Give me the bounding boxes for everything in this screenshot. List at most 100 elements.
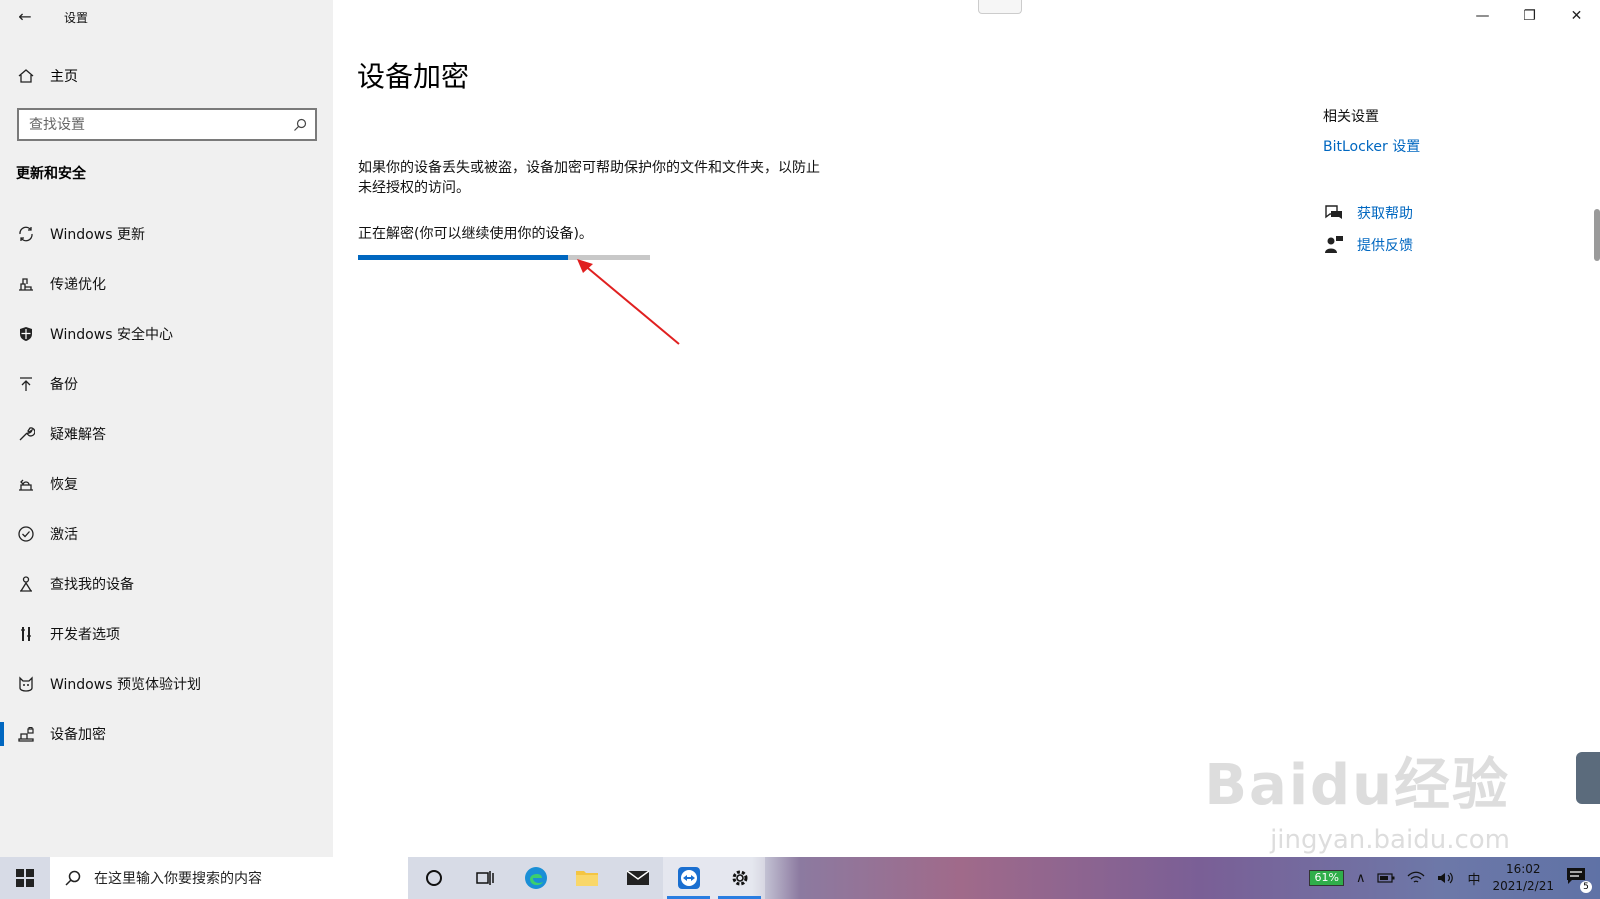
sidebar-item-troubleshoot[interactable]: 疑难解答 bbox=[0, 409, 333, 459]
developer-tools-icon bbox=[16, 624, 36, 644]
battery-indicator[interactable]: 61% bbox=[1309, 870, 1344, 886]
feedback-person-icon bbox=[1325, 236, 1343, 253]
sidebar-item-activation[interactable]: 激活 bbox=[0, 509, 333, 559]
sidebar-item-delivery-optimization[interactable]: 传递优化 bbox=[0, 259, 333, 309]
sidebar-item-device-encryption[interactable]: 设备加密 bbox=[0, 709, 333, 759]
main-content: 设备加密 如果你的设备丢失或被盗，设备加密可帮助保护你的文件和文件夹，以防止未经… bbox=[333, 0, 1600, 857]
encryption-description: 如果你的设备丢失或被盗，设备加密可帮助保护你的文件和文件夹，以防止未经授权的访问… bbox=[358, 160, 820, 196]
sidebar-item-label: Windows 安全中心 bbox=[50, 327, 173, 343]
shield-icon bbox=[16, 324, 36, 344]
task-view-button[interactable] bbox=[459, 857, 510, 899]
wrench-icon bbox=[16, 424, 36, 444]
mail-icon bbox=[626, 870, 649, 885]
taskbar-clock[interactable]: 16:02 2021/2/21 bbox=[1492, 861, 1554, 895]
settings-taskbar-button[interactable] bbox=[714, 857, 765, 899]
battery-percent: 61% bbox=[1309, 870, 1344, 886]
remote-tool-side-tab[interactable] bbox=[1576, 752, 1600, 804]
wifi-icon bbox=[1407, 871, 1425, 883]
sidebar-item-label: 激活 bbox=[50, 527, 78, 543]
edge-browser-button[interactable] bbox=[510, 857, 561, 899]
feedback-link[interactable]: 提供反馈 bbox=[1357, 235, 1413, 255]
back-arrow-icon[interactable]: ← bbox=[14, 6, 36, 28]
sidebar-item-find-my-device[interactable]: 查找我的设备 bbox=[0, 559, 333, 609]
restore-button[interactable]: ❐ bbox=[1506, 0, 1553, 32]
speaker-icon bbox=[1438, 872, 1454, 884]
sidebar-item-windows-insider[interactable]: Windows 预览体验计划 bbox=[0, 659, 333, 709]
sidebar-item-label: Windows 更新 bbox=[50, 227, 145, 243]
backup-arrow-icon bbox=[16, 374, 36, 394]
taskbar-search-box[interactable]: 在这里输入你要搜索的内容 bbox=[50, 857, 408, 899]
clock-time: 16:02 bbox=[1505, 862, 1541, 876]
sidebar-item-home[interactable]: 主页 bbox=[16, 64, 78, 88]
settings-search-box[interactable] bbox=[17, 108, 317, 141]
file-explorer-button[interactable] bbox=[561, 857, 612, 899]
sidebar-item-label: 恢复 bbox=[50, 477, 78, 493]
page-title: 设备加密 bbox=[357, 60, 470, 93]
scrollbar-thumb[interactable] bbox=[1594, 209, 1600, 261]
get-help-link[interactable]: 获取帮助 bbox=[1357, 203, 1413, 223]
get-help-row[interactable]: 获取帮助 bbox=[1323, 203, 1413, 223]
cortana-button[interactable] bbox=[408, 857, 459, 899]
close-button[interactable]: ✕ bbox=[1553, 0, 1600, 32]
action-center-button[interactable]: 5 bbox=[1566, 867, 1592, 893]
battery-status-button[interactable] bbox=[1377, 873, 1395, 883]
sidebar-item-label: 主页 bbox=[50, 69, 78, 85]
input-method-button[interactable]: 中 bbox=[1467, 869, 1480, 888]
minimize-button[interactable]: — bbox=[1459, 0, 1506, 32]
taskbar: 在这里输入你要搜索的内容 61% ∧ 中 16:02 2021/2/21 5 bbox=[0, 857, 1600, 899]
settings-search-input[interactable] bbox=[29, 116, 293, 133]
volume-button[interactable] bbox=[1437, 871, 1455, 885]
teamviewer-button[interactable] bbox=[663, 857, 714, 899]
person-location-icon bbox=[16, 574, 36, 594]
sidebar-item-windows-security[interactable]: Windows 安全中心 bbox=[0, 309, 333, 359]
red-annotation-arrow bbox=[577, 259, 680, 345]
gear-icon bbox=[732, 870, 747, 886]
sidebar-item-label: 设备加密 bbox=[50, 727, 106, 743]
task-view-icon bbox=[475, 871, 494, 885]
window-controls: — ❐ ✕ bbox=[1459, 0, 1600, 32]
clock-date: 2021/2/21 bbox=[1492, 879, 1554, 893]
decryption-status: 正在解密(你可以继续使用你的设备)。 bbox=[358, 226, 593, 242]
watermark-url: jingyan.baidu.com bbox=[1270, 825, 1510, 855]
battery-icon bbox=[1377, 873, 1395, 883]
sidebar-item-backup[interactable]: 备份 bbox=[0, 359, 333, 409]
sidebar-item-label: Windows 预览体验计划 bbox=[50, 677, 201, 693]
edge-icon bbox=[524, 867, 547, 889]
sidebar-item-recovery[interactable]: 恢复 bbox=[0, 459, 333, 509]
settings-window: ← 设置 主页 更新和安全 Windows 更新 bbox=[0, 0, 1600, 899]
sidebar-item-label: 疑难解答 bbox=[50, 427, 106, 443]
system-tray: 61% ∧ 中 16:02 2021/2/21 5 bbox=[1309, 857, 1600, 899]
teamviewer-icon bbox=[677, 867, 700, 889]
delivery-optimization-icon bbox=[16, 274, 36, 294]
sidebar-item-developer-options[interactable]: 开发者选项 bbox=[0, 609, 333, 659]
help-chat-icon bbox=[1325, 205, 1342, 219]
search-icon[interactable] bbox=[293, 118, 307, 132]
network-button[interactable] bbox=[1407, 871, 1425, 885]
home-icon bbox=[16, 66, 36, 86]
taskbar-search-placeholder: 在这里输入你要搜索的内容 bbox=[94, 871, 262, 887]
mail-button[interactable] bbox=[612, 857, 663, 899]
related-settings-title: 相关设置 bbox=[1323, 109, 1379, 125]
windows-logo-icon bbox=[16, 869, 34, 887]
notification-count: 5 bbox=[1580, 881, 1592, 893]
sidebar-item-windows-update[interactable]: Windows 更新 bbox=[0, 209, 333, 259]
sidebar: ← 设置 主页 更新和安全 Windows 更新 bbox=[0, 0, 333, 857]
feedback-row[interactable]: 提供反馈 bbox=[1323, 235, 1413, 255]
start-button[interactable] bbox=[0, 857, 50, 899]
sidebar-item-label: 传递优化 bbox=[50, 277, 106, 293]
search-icon bbox=[65, 870, 81, 886]
related-settings: 相关设置 BitLocker 设置 bbox=[1323, 106, 1583, 156]
sidebar-item-label: 开发者选项 bbox=[50, 627, 120, 643]
check-circle-icon bbox=[16, 524, 36, 544]
bitlocker-settings-link[interactable]: BitLocker 设置 bbox=[1323, 136, 1583, 156]
chevron-up-icon: ∧ bbox=[1355, 870, 1366, 886]
sidebar-section-title: 更新和安全 bbox=[16, 166, 86, 182]
show-hidden-icons-button[interactable]: ∧ bbox=[1356, 871, 1366, 886]
snap-handle[interactable] bbox=[978, 0, 1022, 14]
sidebar-item-label: 备份 bbox=[50, 377, 78, 393]
sync-icon bbox=[16, 224, 36, 244]
sidebar-nav-list: Windows 更新 传递优化 Windows 安全中心 备份 疑难解答 恢复 … bbox=[0, 209, 333, 759]
decryption-progress-fill bbox=[358, 255, 569, 260]
recovery-icon bbox=[16, 474, 36, 494]
folder-icon bbox=[575, 871, 598, 886]
